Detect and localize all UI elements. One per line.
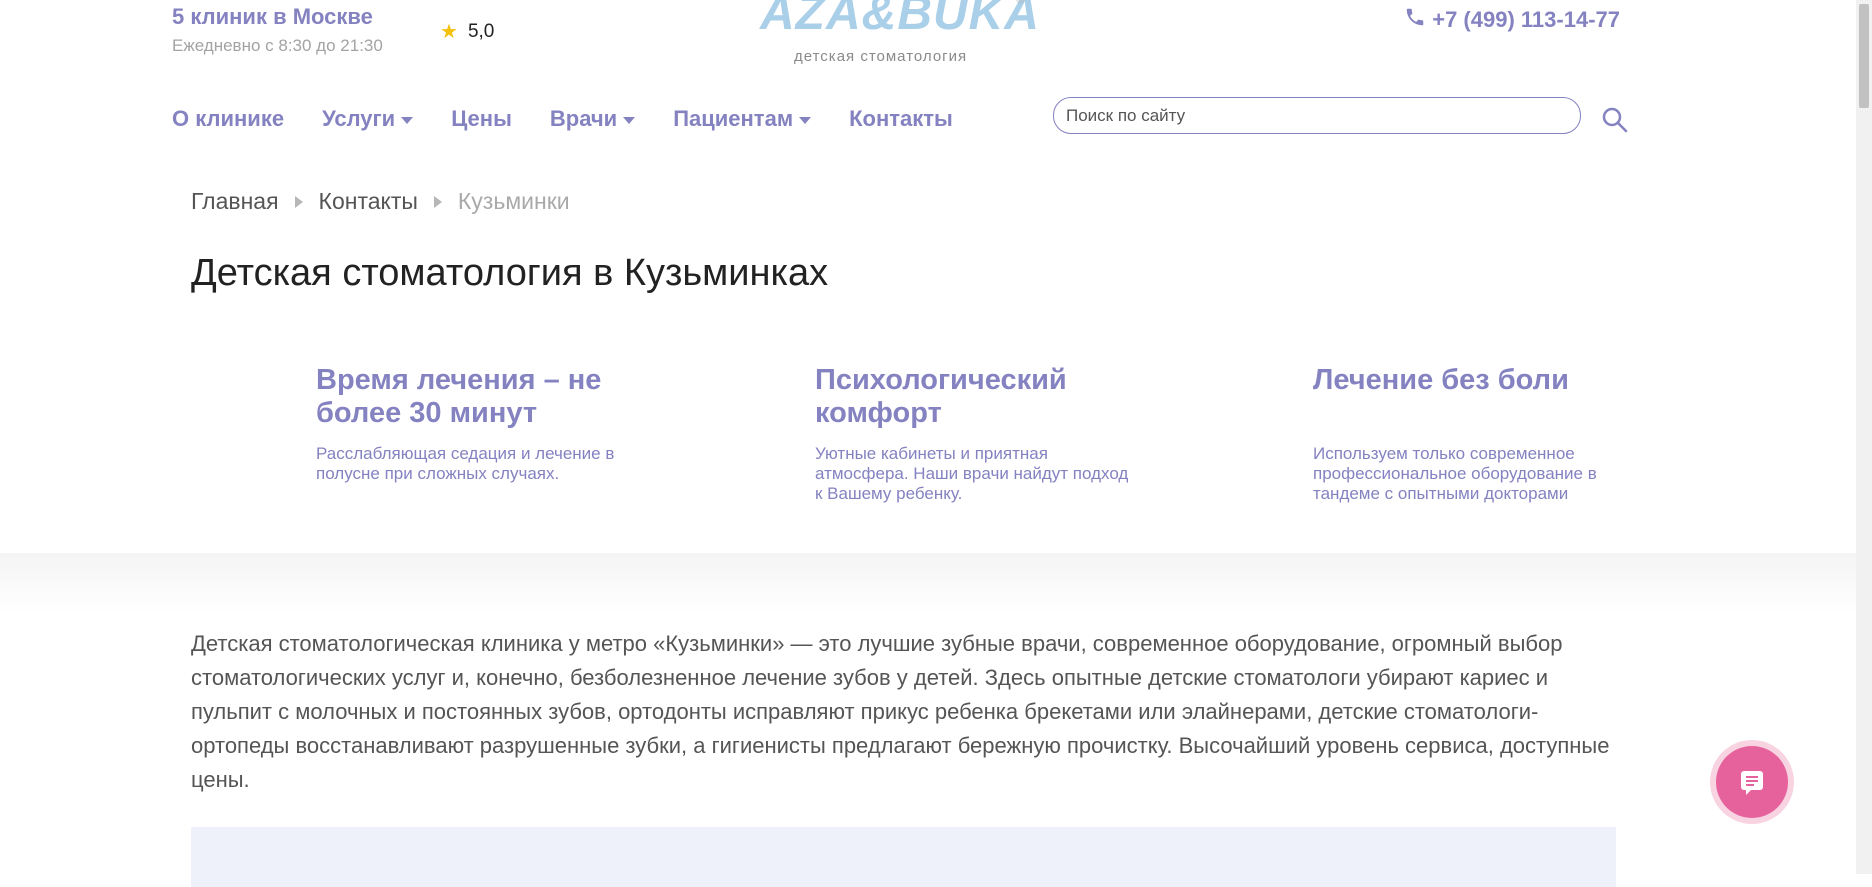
breadcrumb-contacts[interactable]: Контакты [319,188,418,215]
nav-item-services[interactable]: Услуги [322,106,414,132]
breadcrumb-current: Кузьминки [457,188,570,214]
clinics-hours: Ежедневно с 8:30 до 21:30 [172,36,383,55]
rating-value: 5,0 [467,20,495,42]
logo[interactable]: AZA&BÜKA ® детская стоматология [760,0,1039,66]
intro-text: Детская стоматологическая клиника у метр… [191,631,1610,792]
phone-link[interactable]: +7 (499) 113-14-77 [1404,6,1620,34]
page: 5 клиник в Москве Ежедневно с 8:30 до 21… [0,0,1856,887]
main-nav: О клинике Услуги Цены Врачи Пациентам Ко… [172,106,953,132]
feature-text: Расслабляющая седация и лечение в полусн… [316,444,615,483]
map-panel [191,827,1616,887]
feature-title: Лечение без боли [1313,364,1569,396]
breadcrumb-home[interactable]: Главная [191,188,279,215]
search-button[interactable] [1600,105,1630,135]
page-title: Детская стоматология в Кузьминках [191,252,829,294]
chat-button[interactable] [1710,740,1794,824]
caret-down-icon [799,116,812,124]
nav-item-label: О клинике [172,106,285,131]
rating: ★ 5,0 [440,19,494,44]
breadcrumb: Главная Контакты Кузьминки [191,188,570,215]
phone-number: +7 (499) 113-14-77 [1432,7,1620,32]
chat-button-inner [1716,746,1788,818]
nav-item-label: Цены [451,106,512,131]
phone-icon [1404,6,1426,34]
page-scrollbar[interactable] [1856,0,1872,874]
nav-item-about[interactable]: О клинике [172,106,284,132]
clinics-count-link[interactable]: 5 клиник в Москве [172,4,373,30]
logo-subtitle: детская стоматология [794,48,968,65]
feature-text: Используем только современное профессион… [1313,444,1597,503]
feature-card: Время лечения – не более 30 минут Рассла… [316,364,636,483]
chat-icon [1741,771,1763,795]
breadcrumb-arrow-icon [294,195,303,208]
search-input[interactable] [1053,97,1581,134]
nav-item-contacts[interactable]: Контакты [849,106,953,132]
feature-text: Уютные кабинеты и приятная атмосфера. На… [815,444,1129,503]
caret-down-icon [623,116,636,124]
feature-card: Психологический комфорт Уютные кабинеты … [815,364,1135,503]
star-icon: ★ [440,21,458,43]
logo-wordmark: AZA&BÜKA [760,0,1040,40]
nav-item-label: Контакты [849,106,953,131]
nav-item-label: Врачи [549,106,618,131]
nav-item-doctors[interactable]: Врачи [549,106,636,132]
caret-down-icon [401,116,414,124]
search-icon [1602,107,1628,133]
scrollbar-thumb[interactable] [1859,4,1869,108]
nav-item-prices[interactable]: Цены [451,106,512,132]
feature-title: Время лечения – не более 30 минут [316,364,602,429]
nav-item-label: Услуги [322,106,396,131]
nav-item-label: Пациентам [673,106,794,131]
breadcrumb-arrow-icon [433,195,442,208]
logo-registered-mark: ® [1016,0,1025,6]
feature-card: Лечение без боли Используем только совре… [1313,364,1633,503]
section-divider [0,553,1856,613]
nav-item-patients[interactable]: Пациентам [673,106,812,132]
feature-title: Психологический комфорт [815,364,1067,429]
